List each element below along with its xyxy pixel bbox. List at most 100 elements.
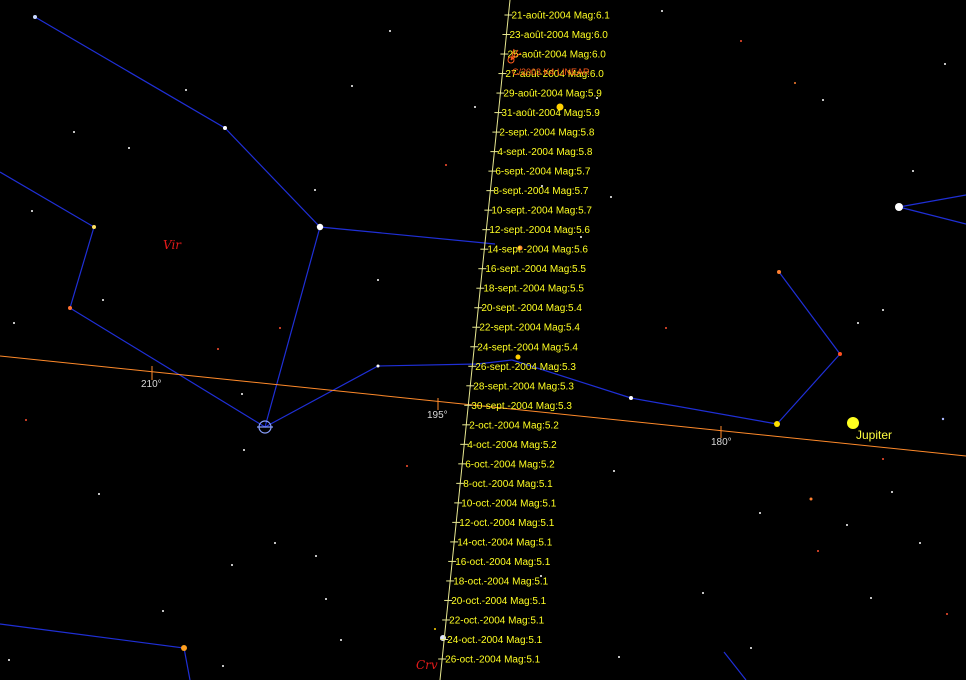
constellation-stars (33, 15, 903, 651)
background-star (846, 524, 848, 526)
track-label: 12-oct.-2004 Mag:5.1 (459, 518, 554, 529)
track-label: 18-sept.-2004 Mag:5.5 (483, 284, 584, 295)
track-label: 4-sept.-2004 Mag:5.8 (497, 147, 592, 158)
background-star (128, 147, 130, 149)
background-star (702, 592, 704, 594)
track-label: 22-oct.-2004 Mag:5.1 (449, 615, 544, 626)
track-label: 14-sept.-2004 Mag:5.6 (487, 245, 588, 256)
track-label: 30-sept.-2004 Mag:5.3 (471, 401, 572, 412)
background-star (8, 659, 10, 661)
background-star (919, 542, 921, 544)
track-label: 24-oct.-2004 Mag:5.1 (447, 635, 542, 646)
comet-track[interactable]: 21-août-2004 Mag:6.1 23-août-2004 Mag:6.0… (438, 0, 610, 680)
track-label: 6-sept.-2004 Mag:5.7 (495, 167, 590, 178)
background-star (325, 598, 327, 600)
background-star (231, 564, 233, 566)
track-label: 23-août-2004 Mag:6.0 (509, 30, 608, 41)
background-star (73, 131, 75, 133)
track-label: 10-sept.-2004 Mag:5.7 (491, 206, 592, 217)
background-star (98, 493, 100, 495)
ecliptic-label-195: 195° (427, 410, 448, 421)
track-label: 10-oct.-2004 Mag:5.1 (461, 498, 556, 509)
track-label: 8-sept.-2004 Mag:5.7 (493, 186, 588, 197)
jupiter[interactable]: Jupiter (847, 417, 892, 442)
track-label: 22-sept.-2004 Mag:5.4 (479, 323, 580, 334)
background-star (946, 613, 948, 615)
background-star (944, 63, 946, 65)
track-label: 18-oct.-2004 Mag:5.1 (453, 576, 548, 587)
ecliptic-label-210: 210° (141, 379, 162, 390)
track-label: 14-oct.-2004 Mag:5.1 (457, 537, 552, 548)
background-star (13, 322, 15, 324)
background-star (857, 322, 859, 324)
galaxy-symbol[interactable] (257, 420, 273, 434)
star[interactable] (33, 15, 37, 19)
comet-label: C/2003 K4 LINEAR (512, 67, 590, 77)
star[interactable] (376, 364, 380, 368)
track-label: 2-sept.-2004 Mag:5.8 (499, 128, 594, 139)
background-star (474, 106, 476, 108)
background-star (891, 491, 893, 493)
background-star (217, 348, 219, 350)
background-star (274, 542, 276, 544)
ecliptic-label-180: 180° (711, 437, 732, 448)
background-star (279, 327, 281, 329)
background-star (314, 189, 316, 191)
background-star (162, 610, 164, 612)
background-star (817, 550, 819, 552)
sky-chart[interactable]: 210° 195° 180° Jupiter Vir Crv 21-août-2… (0, 0, 966, 680)
track-label: 25-août-2004 Mag:6.0 (507, 50, 606, 61)
star[interactable] (777, 270, 781, 274)
star[interactable] (92, 225, 96, 229)
track-label: 12-sept.-2004 Mag:5.6 (489, 225, 590, 236)
background-star (912, 170, 914, 172)
crater-line (723, 651, 747, 680)
track-label: 2-oct.-2004 Mag:5.2 (469, 420, 559, 431)
star[interactable] (181, 645, 187, 651)
star[interactable] (316, 223, 324, 231)
track-label: 4-oct.-2004 Mag:5.2 (467, 440, 557, 451)
star[interactable] (774, 421, 780, 427)
track-label: 16-sept.-2004 Mag:5.5 (485, 264, 586, 275)
background-star (665, 327, 667, 329)
track-label: 28-sept.-2004 Mag:5.3 (473, 381, 574, 392)
star[interactable] (68, 306, 72, 310)
background-star (759, 512, 761, 514)
star[interactable] (223, 126, 227, 130)
background-star (661, 10, 663, 12)
track-label: 20-sept.-2004 Mag:5.4 (481, 303, 582, 314)
corvus-line (0, 623, 191, 680)
track-label: 24-sept.-2004 Mag:5.4 (477, 342, 578, 353)
background-star (822, 99, 824, 101)
star[interactable] (515, 354, 521, 360)
background-star (243, 449, 245, 451)
star[interactable] (629, 396, 633, 400)
background-star (618, 656, 620, 658)
background-star (809, 497, 813, 501)
background-star (406, 465, 408, 467)
background-star (340, 639, 342, 641)
background-star (31, 210, 33, 212)
star[interactable] (440, 635, 446, 641)
background-star (740, 40, 742, 42)
track-label: 31-août-2004 Mag:5.9 (501, 108, 600, 119)
background-star (794, 82, 796, 84)
background-star (870, 597, 872, 599)
star[interactable] (838, 352, 842, 356)
constellation-name-crv: Crv (416, 658, 438, 672)
star[interactable] (895, 203, 903, 211)
track-label: 26-sept.-2004 Mag:5.3 (475, 362, 576, 373)
background-star (580, 236, 582, 238)
background-star (389, 30, 391, 32)
background-star (351, 85, 353, 87)
background-star (882, 309, 884, 311)
background-star (185, 89, 187, 91)
track-label: 8-oct.-2004 Mag:5.1 (463, 479, 553, 490)
track-label: 6-oct.-2004 Mag:5.2 (465, 459, 555, 470)
jupiter-label: Jupiter (856, 428, 892, 442)
background-star (882, 458, 884, 460)
background-star (315, 555, 317, 557)
background-star (445, 164, 447, 166)
background-star (750, 647, 752, 649)
background-star (102, 299, 104, 301)
